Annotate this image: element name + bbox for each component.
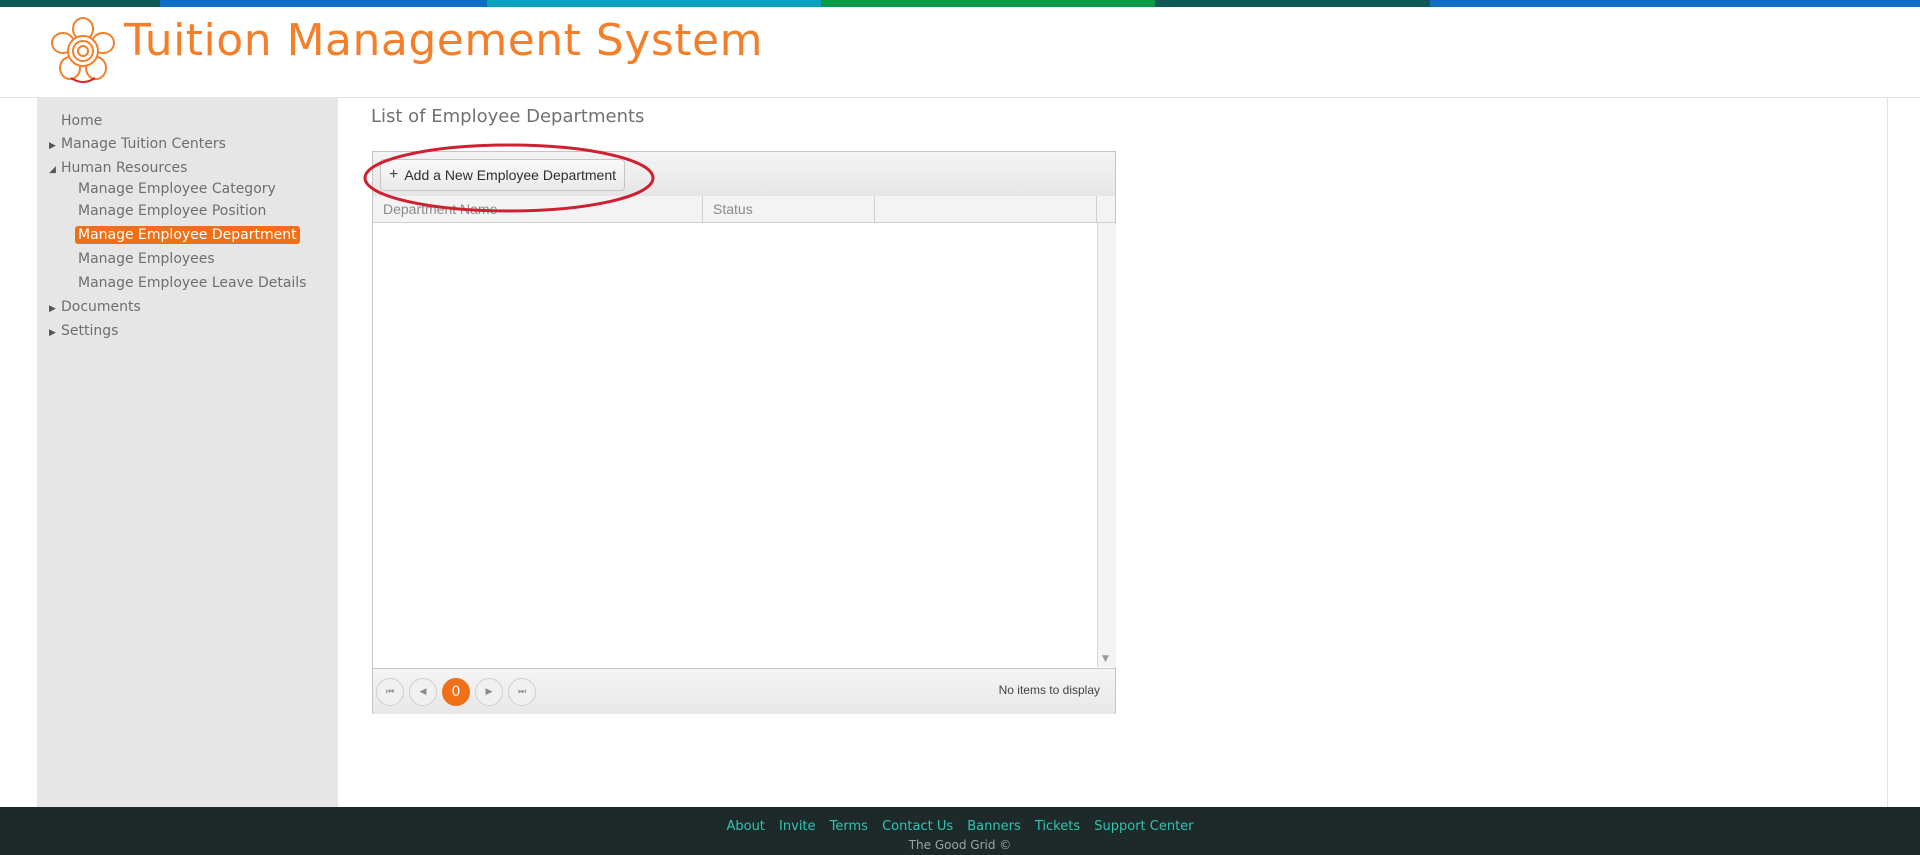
app-header: Tuition Management System: [0, 7, 1920, 98]
prev-page-icon[interactable]: ◀: [409, 678, 437, 706]
flower-logo-icon[interactable]: [47, 15, 119, 87]
sidebar-subitem-employees[interactable]: Manage Employees: [78, 251, 215, 267]
stripe-segment: [487, 0, 821, 7]
stripe-segment: [1155, 0, 1430, 7]
stripe-segment: [821, 0, 1155, 7]
sidebar-subitem-employee-category[interactable]: Manage Employee Category: [78, 181, 276, 197]
sidebar-item-settings[interactable]: ▶ Settings: [49, 323, 118, 339]
sidebar-subitem-employee-leave-details[interactable]: Manage Employee Leave Details: [78, 275, 306, 291]
content-border: [1887, 98, 1888, 807]
sidebar: Home ▶ Manage Tuition Centers ◢ Human Reso…: [37, 98, 338, 807]
column-header-status[interactable]: Status: [703, 196, 875, 222]
column-header-actions: [875, 196, 1097, 222]
app-title: Tuition Management System: [124, 15, 763, 66]
sidebar-item-home[interactable]: Home: [61, 113, 102, 129]
departments-grid: + Add a New Employee Department Departme…: [372, 151, 1116, 714]
stripe-segment: [1430, 0, 1920, 7]
sidebar-item-label: Settings: [61, 323, 119, 339]
stripe-segment: [0, 0, 160, 7]
sidebar-item-label: Home: [61, 113, 103, 129]
footer-link-banners[interactable]: Banners: [967, 819, 1020, 834]
caret-down-icon[interactable]: ◢: [49, 165, 61, 175]
current-page-button[interactable]: 0: [442, 678, 470, 706]
top-color-stripe: [0, 0, 1920, 7]
grid-pager: ⏮ ◀ 0 ▶ ⏭ No items to display: [373, 668, 1115, 714]
sidebar-subitem-employee-department[interactable]: Manage Employee Department: [75, 226, 300, 244]
pager-info: No items to display: [998, 683, 1100, 697]
grid-scrollbar[interactable]: ▼: [1097, 223, 1116, 667]
sidebar-item-manage-tuition-centers[interactable]: ▶ Manage Tuition Centers: [49, 136, 226, 152]
grid-toolbar: + Add a New Employee Department: [373, 152, 1115, 197]
caret-right-icon[interactable]: ▶: [49, 304, 61, 314]
caret-right-icon[interactable]: ▶: [49, 141, 61, 151]
first-page-icon[interactable]: ⏮: [376, 678, 404, 706]
footer-link-invite[interactable]: Invite: [779, 819, 815, 834]
stripe-segment: [160, 0, 487, 7]
sidebar-item-label: Manage Tuition Centers: [61, 136, 226, 152]
caret-right-icon[interactable]: ▶: [49, 328, 61, 338]
footer-link-about[interactable]: About: [726, 819, 764, 834]
footer-link-terms[interactable]: Terms: [830, 819, 868, 834]
footer-link-support-center[interactable]: Support Center: [1094, 819, 1193, 834]
sidebar-item-label: Human Resources: [61, 160, 188, 176]
add-department-button[interactable]: + Add a New Employee Department: [380, 159, 626, 191]
sidebar-item-label: Documents: [61, 299, 141, 315]
next-page-icon[interactable]: ▶: [475, 678, 503, 706]
page-title: List of Employee Departments: [371, 106, 645, 127]
grid-header: Department Name Status: [373, 196, 1115, 223]
footer-link-tickets[interactable]: Tickets: [1035, 819, 1080, 834]
footer-copyright: The Good Grid ©: [908, 838, 1012, 852]
footer-link-contact-us[interactable]: Contact Us: [882, 819, 953, 834]
plus-icon: +: [389, 166, 399, 183]
footer-links: About Invite Terms Contact Us Banners Ti…: [0, 819, 1920, 834]
sidebar-item-human-resources[interactable]: ◢ Human Resources: [49, 160, 187, 176]
sidebar-item-documents[interactable]: ▶ Documents: [49, 299, 141, 315]
last-page-icon[interactable]: ⏭: [508, 678, 536, 706]
scroll-down-icon[interactable]: ▼: [1102, 654, 1109, 664]
column-header-department-name[interactable]: Department Name: [373, 196, 703, 222]
sidebar-subitem-employee-position[interactable]: Manage Employee Position: [78, 203, 266, 219]
page-footer: About Invite Terms Contact Us Banners Ti…: [0, 807, 1920, 855]
add-department-label: Add a New Employee Department: [404, 167, 617, 183]
grid-body: [373, 223, 1097, 667]
